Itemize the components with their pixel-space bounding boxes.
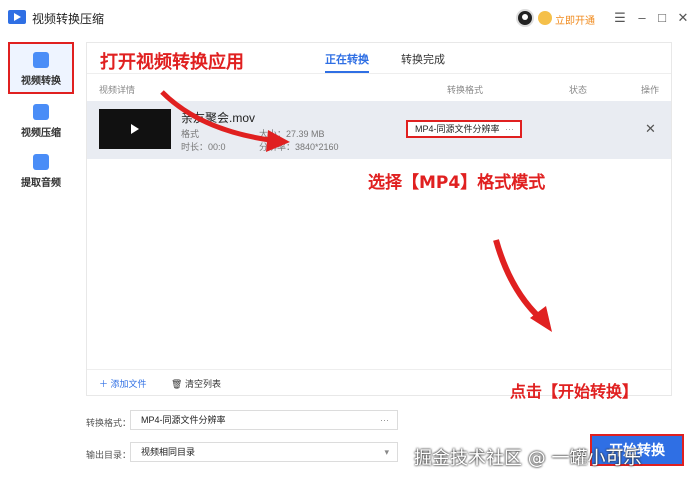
sidebar-item-label: 视频压缩 — [21, 128, 61, 139]
more-icon: ··· — [505, 124, 514, 134]
file-duration: 时长：00:0 — [181, 142, 226, 152]
row-format-value: MP4-同源文件分辨率 — [415, 124, 500, 134]
column-header-status: 状态 — [569, 85, 588, 95]
sidebar-item-video-compress[interactable]: 视频压缩 — [8, 96, 74, 148]
file-format-label: 格式 — [181, 129, 200, 139]
sidebar-item-label: 提取音频 — [21, 178, 61, 189]
minimize-button[interactable]: – — [633, 9, 651, 27]
sidebar-item-video-convert[interactable]: 视频转换 — [8, 42, 74, 94]
close-window-button[interactable]: ✕ — [674, 9, 692, 27]
file-name: 亲友聚会.mov — [181, 111, 256, 125]
vip-icon[interactable] — [538, 11, 552, 25]
row-format-select[interactable]: MP4-同源文件分辨率 ··· — [406, 120, 522, 138]
audio-icon — [33, 154, 49, 170]
title-bar: 视频转换压缩 立即开通 ☰ – □ ✕ — [0, 0, 700, 36]
sidebar-item-extract-audio[interactable]: 提取音频 — [8, 146, 74, 198]
column-header-format: 转换格式 — [447, 85, 484, 95]
add-file-button[interactable]: ＋ 添加文件 — [99, 377, 147, 390]
output-dir-value: 视频相同目录 — [141, 447, 196, 457]
video-thumbnail[interactable] — [99, 109, 171, 149]
annotation-click-start: 点击【开始转换】 — [510, 382, 639, 401]
chevron-down-icon: ▾ — [384, 447, 389, 457]
output-dir-label: 输出目录： — [86, 450, 132, 460]
vip-activate-link[interactable]: 立即开通 — [555, 12, 595, 27]
annotation-select-format: 选择【MP4】格式模式 — [368, 173, 546, 193]
clear-list-button[interactable]: 🗑 清空列表 — [171, 377, 221, 390]
more-icon: ··· — [380, 415, 389, 425]
convert-icon — [33, 52, 49, 68]
clear-list-label: 清空列表 — [184, 379, 221, 389]
avatar[interactable] — [516, 9, 534, 27]
tab-converting[interactable]: 正在转换 — [325, 51, 369, 67]
file-size: 大小：27.39 MB — [259, 129, 325, 139]
remove-file-icon[interactable]: ✕ — [645, 121, 656, 137]
sidebar-item-label: 视频转换 — [21, 76, 61, 87]
compress-icon — [33, 104, 49, 120]
format-setting-label: 转换格式： — [86, 418, 132, 428]
column-header-actions: 操作 — [641, 85, 660, 95]
file-resolution: 分辨率：3840*2160 — [259, 142, 339, 152]
annotation-open-app: 打开视频转换应用 — [100, 52, 244, 73]
maximize-button[interactable]: □ — [653, 9, 671, 27]
column-header-details: 视频详情 — [99, 85, 136, 95]
tab-completed[interactable]: 转换完成 — [401, 51, 445, 67]
watermark: 掘金技术社区 @ 一罐小可乐 — [414, 448, 642, 469]
table-row: 亲友聚会.mov 格式 大小：27.39 MB 时长：00:0 分辨率：3840… — [87, 101, 671, 159]
format-setting-value: MP4-同源文件分辨率 — [141, 415, 226, 425]
add-file-label: 添加文件 — [110, 379, 147, 389]
menu-icon[interactable]: ☰ — [611, 9, 629, 27]
app-title: 视频转换压缩 — [32, 12, 105, 26]
format-setting-select[interactable]: MP4-同源文件分辨率 ··· — [130, 410, 398, 430]
sidebar: 视频转换 视频压缩 提取音频 — [0, 36, 82, 482]
main-panel: 正在转换 转换完成 视频详情 转换格式 状态 操作 亲友聚会.mov 格式 大小… — [86, 42, 672, 396]
app-logo-icon — [8, 10, 26, 24]
output-dir-select[interactable]: 视频相同目录 ▾ — [130, 442, 398, 462]
